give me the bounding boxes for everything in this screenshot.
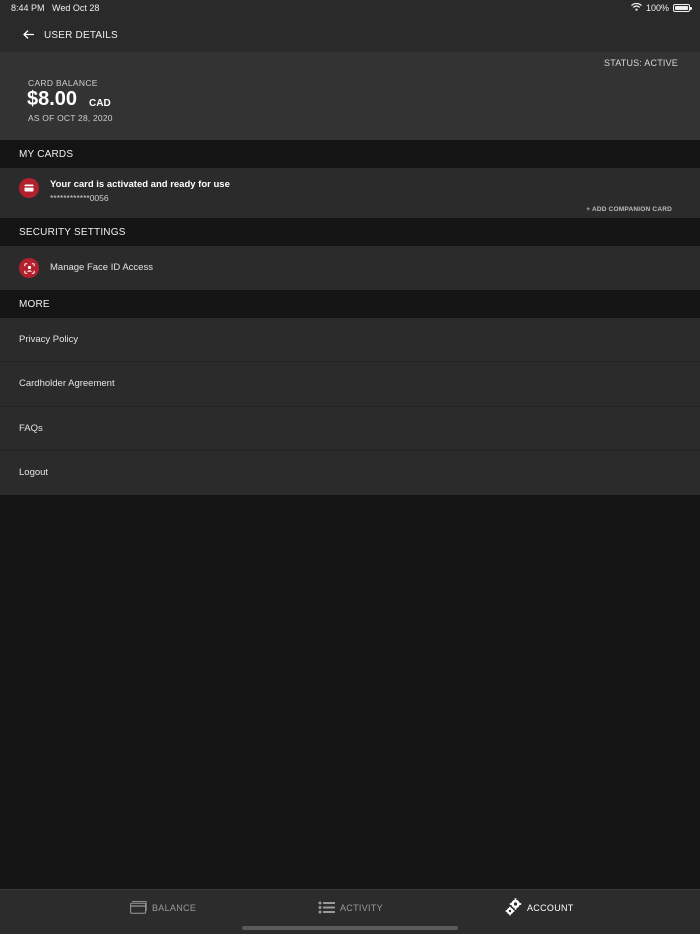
battery-percent: 100% <box>645 3 669 13</box>
back-arrow-icon <box>22 26 34 44</box>
card-number: ************0056 <box>50 193 109 203</box>
section-more: MORE <box>0 290 700 318</box>
face-id-icon <box>19 258 39 278</box>
tab-activity[interactable]: ACTIVITY <box>318 898 383 918</box>
status-right: 100% <box>631 2 692 13</box>
tab-activity-label: ACTIVITY <box>340 903 383 913</box>
add-companion-card-link[interactable]: + ADD COMPANION CARD <box>586 206 672 213</box>
tab-balance-label: BALANCE <box>152 903 197 913</box>
face-id-row[interactable]: Manage Face ID Access <box>0 246 700 290</box>
nav-header: USER DETAILS <box>0 18 700 52</box>
more-item-privacy-policy[interactable]: Privacy Policy <box>0 318 700 362</box>
screen: 8:44 PM Wed Oct 28 100% USER DETAILS STA… <box>0 0 700 934</box>
balance-currency: CAD <box>89 98 111 109</box>
card-row[interactable]: Your card is activated and ready for use… <box>0 168 700 218</box>
more-item-label: Logout <box>19 467 49 478</box>
balance-amount: $8.00 <box>27 88 78 110</box>
tab-balance[interactable]: BALANCE <box>130 898 196 918</box>
more-item-label: FAQs <box>19 423 43 434</box>
list-icon <box>318 901 335 916</box>
wifi-icon <box>631 2 642 13</box>
balance-panel: STATUS: ACTIVE CARD BALANCE $8.00 CAD AS… <box>0 52 700 140</box>
tab-bar: BALANCE ACTIVITY ACCOUNT <box>0 889 700 934</box>
more-item-label: Privacy Policy <box>19 334 79 345</box>
tab-account-label: ACCOUNT <box>527 903 574 913</box>
balance-as-of-date: AS OF OCT 28, 2020 <box>28 113 113 123</box>
status-date: Wed Oct 28 <box>52 3 100 13</box>
status-bar: 8:44 PM Wed Oct 28 100% <box>0 0 700 18</box>
tab-account[interactable]: ACCOUNT <box>505 898 574 918</box>
more-item-faqs[interactable]: FAQs <box>0 407 700 451</box>
back-button[interactable] <box>10 18 46 52</box>
more-item-label: Cardholder Agreement <box>19 378 115 389</box>
credit-card-icon <box>19 178 39 198</box>
home-indicator <box>242 926 458 930</box>
account-status: STATUS: ACTIVE <box>604 58 678 68</box>
gears-icon <box>505 898 522 918</box>
balance-label: CARD BALANCE <box>28 78 98 88</box>
more-item-logout[interactable]: Logout <box>0 451 700 495</box>
security-item-label: Manage Face ID Access <box>50 262 153 273</box>
status-time: 8:44 PM <box>11 3 45 13</box>
section-my-cards: MY CARDS <box>0 140 700 168</box>
section-security-settings: SECURITY SETTINGS <box>0 218 700 246</box>
more-item-cardholder-agreement[interactable]: Cardholder Agreement <box>0 362 700 407</box>
battery-icon <box>673 4 692 12</box>
card-icon <box>130 900 147 916</box>
card-status-title: Your card is activated and ready for use <box>50 179 230 190</box>
page-title: USER DETAILS <box>44 29 118 41</box>
